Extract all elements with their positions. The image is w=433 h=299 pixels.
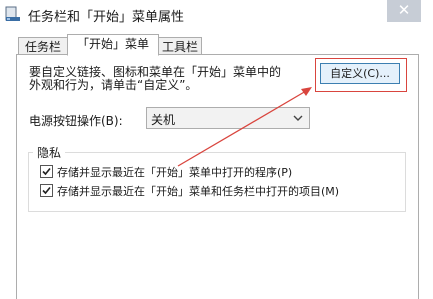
tab-start-menu[interactable]: 「开始」菜单 [67,34,159,56]
checkmark-icon [42,167,51,176]
chevron-down-icon [293,115,303,121]
customize-button[interactable]: 自定义(C)... [320,63,400,84]
power-button-label: 电源按钮操作(B): [29,114,123,128]
power-button-value: 关机 [151,113,176,127]
title-bar: 任务栏和「开始」菜单属性 ✕ [0,0,433,30]
power-button-select[interactable]: 关机 [146,107,310,129]
tab-label: 任务栏 [24,40,61,54]
privacy-group-label: 隐私 [33,144,66,161]
tab-label: 工具栏 [161,40,198,54]
store-items-checkbox[interactable] [40,184,53,197]
close-button[interactable]: ✕ [387,0,421,22]
tab-label: 「开始」菜单 [76,37,149,51]
customize-button-label: 自定义(C)... [330,67,390,80]
customize-description: 要自定义链接、图标和菜单在「开始」菜单中的 外观和行为，请单击“自定义”。 [29,65,282,92]
store-programs-label: 存储并显示最近在「开始」菜单中打开的程序(P) [57,166,293,179]
store-programs-checkbox[interactable] [40,165,53,178]
privacy-group [28,152,406,212]
taskbar-icon [5,6,20,21]
store-items-label: 存储并显示最近在「开始」菜单和任务栏中打开的项目(M) [57,185,340,198]
close-icon: ✕ [397,1,411,19]
window-title: 任务栏和「开始」菜单属性 [28,10,185,25]
checkmark-icon [42,186,51,195]
